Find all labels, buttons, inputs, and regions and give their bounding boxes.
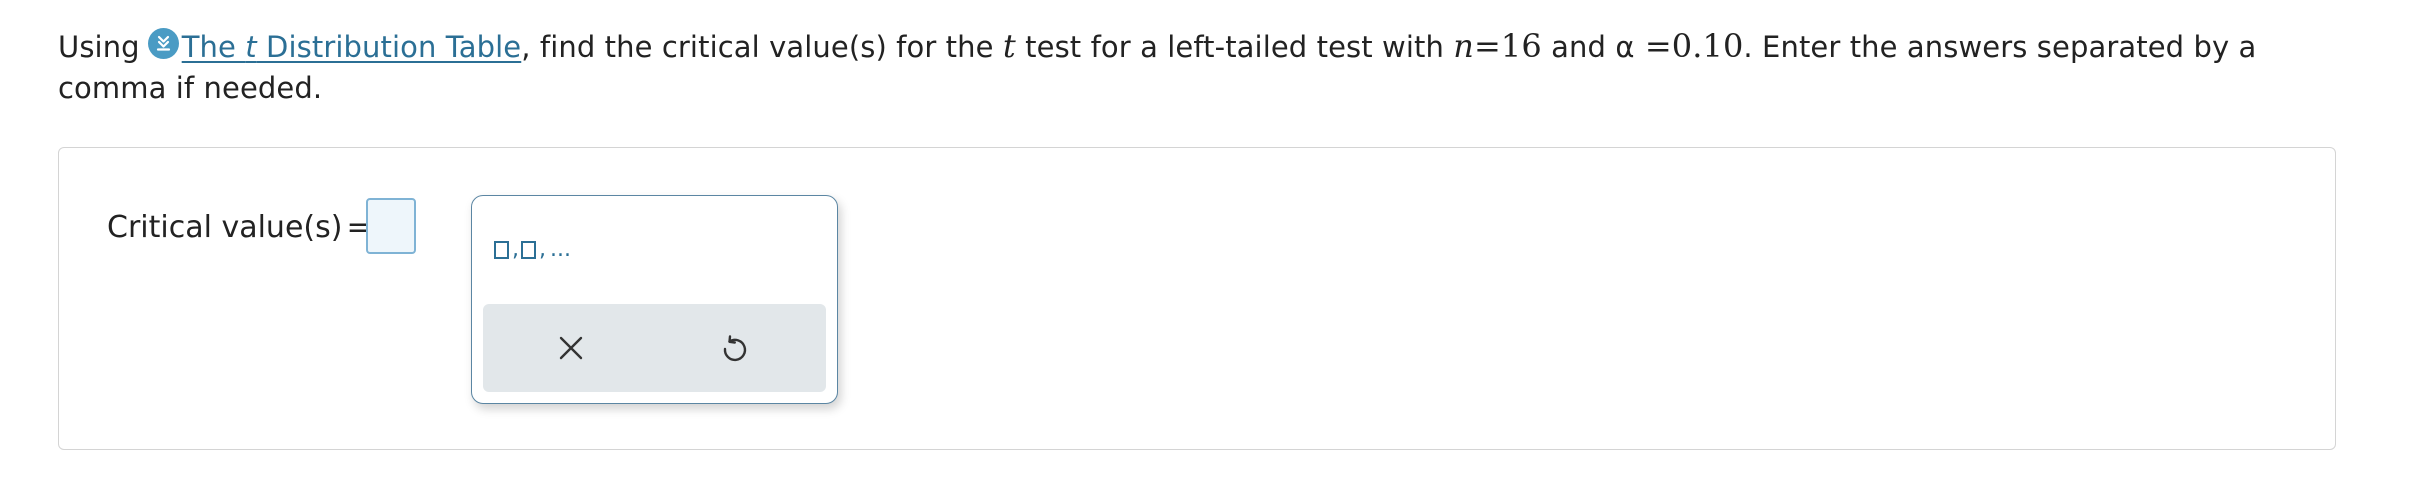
alpha-value: =0.10 (1634, 27, 1744, 65)
n-value: =16 (1474, 27, 1542, 65)
alpha-symbol: α (1615, 30, 1635, 64)
palette-toolbar (483, 304, 826, 392)
clear-button[interactable] (551, 328, 591, 368)
close-icon (559, 336, 583, 360)
comma-list-template-button[interactable]: ,,... (494, 232, 571, 268)
question-text: Using The t Distribution Table, find the … (58, 27, 2257, 105)
var-n: n (1453, 27, 1475, 65)
critical-value-label: Critical value(s) = (107, 210, 372, 245)
placeholder-box-icon (521, 241, 536, 259)
var-t: t (1002, 27, 1016, 65)
critical-value-input[interactable] (366, 198, 416, 254)
answer-panel (58, 147, 2336, 450)
question-prefix: Using (58, 30, 140, 64)
download-icon[interactable] (147, 28, 179, 59)
undo-icon (723, 335, 747, 362)
distribution-table-link[interactable]: The t Distribution Table (182, 30, 522, 64)
math-palette: ,,... (471, 195, 838, 404)
reset-button[interactable] (715, 328, 755, 368)
placeholder-box-icon (494, 241, 509, 259)
